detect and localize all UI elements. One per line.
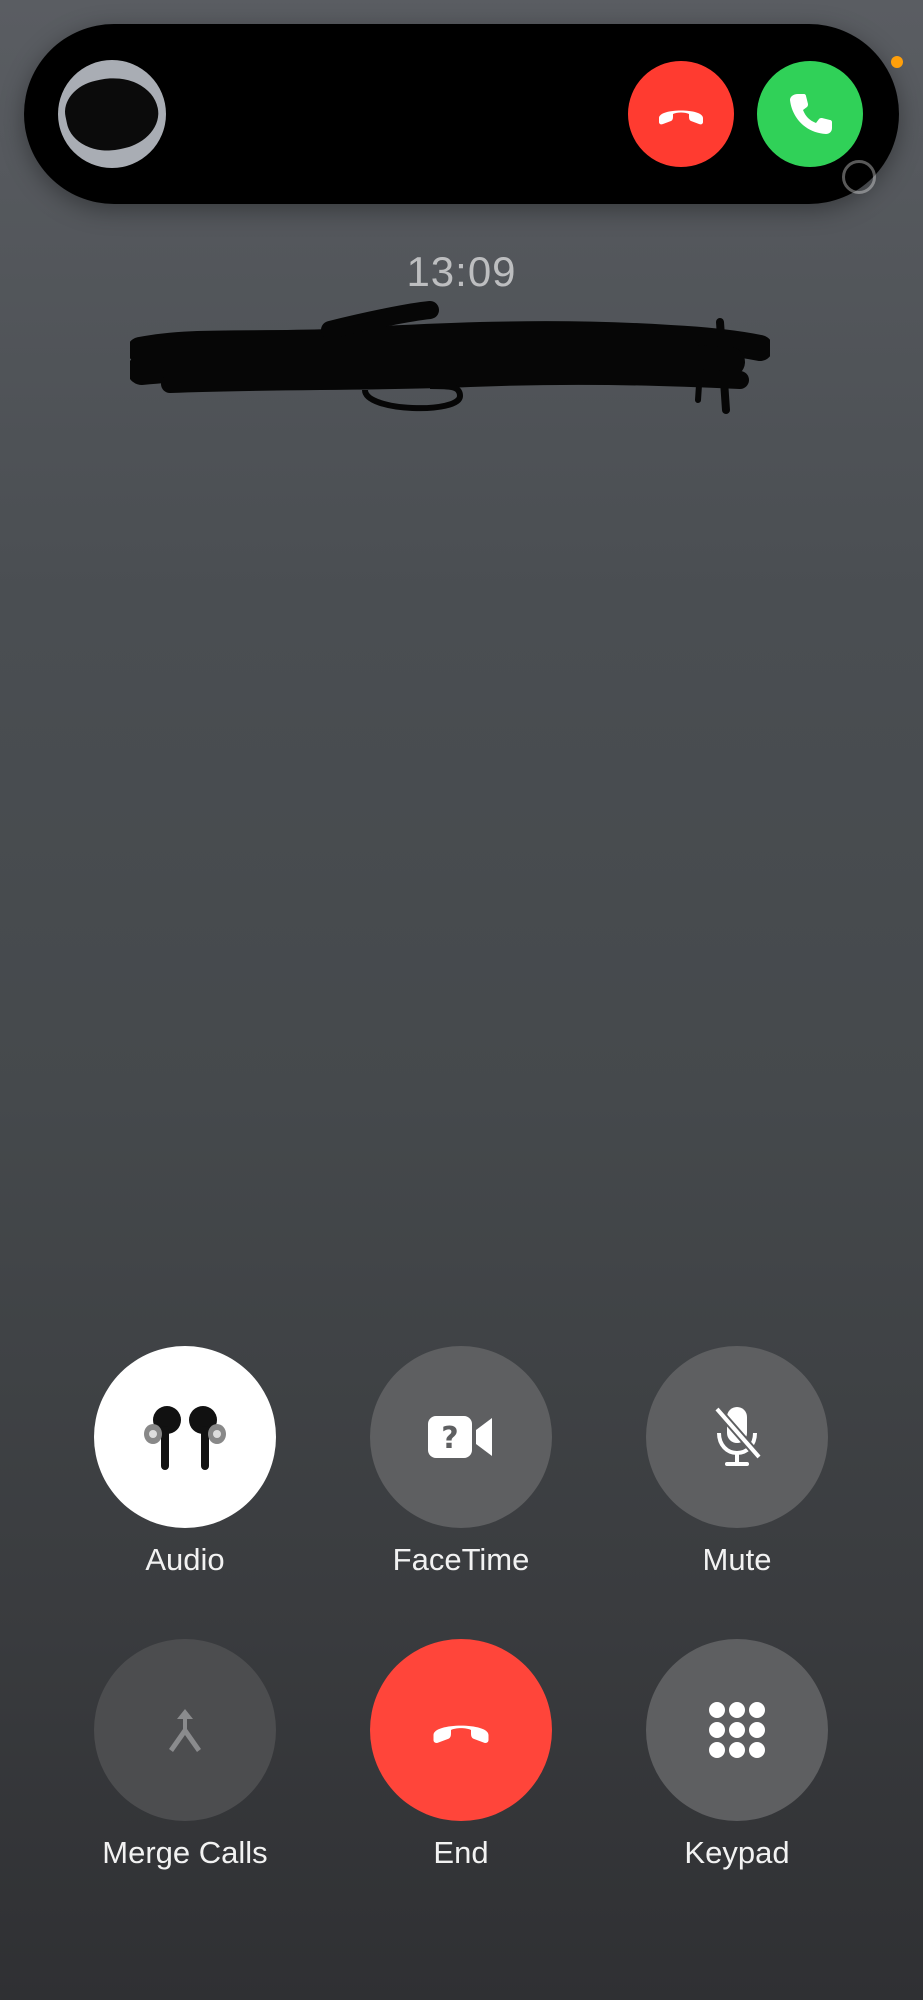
end-call-button[interactable]	[370, 1639, 552, 1821]
airpods-icon	[144, 1406, 226, 1470]
audio-label: Audio	[145, 1542, 225, 1577]
phone-hangup-icon	[659, 110, 703, 125]
mic-slash-icon	[713, 1406, 763, 1466]
caller-avatar	[58, 60, 166, 168]
avatar-redaction	[59, 69, 165, 159]
decline-button[interactable]	[628, 61, 734, 167]
redacted-caller-name	[130, 301, 770, 414]
merge-calls-label: Merge Calls	[102, 1835, 268, 1870]
call-screen: 13:09 Audio ? FaceTime Mute Merge Calls …	[0, 0, 923, 2000]
accept-button[interactable]	[757, 61, 863, 167]
merge-calls-button[interactable]	[94, 1639, 276, 1821]
call-time: 13:09	[406, 248, 517, 295]
info-icon[interactable]	[842, 160, 876, 194]
phone-hangup-icon	[433, 1725, 489, 1743]
facetime-label: FaceTime	[392, 1542, 530, 1577]
audio-button[interactable]	[94, 1346, 276, 1528]
mute-button[interactable]	[646, 1346, 828, 1528]
microphone-in-use-indicator	[891, 56, 903, 68]
mute-label: Mute	[702, 1542, 772, 1577]
incoming-call-banner[interactable]	[24, 24, 899, 204]
svg-text:?: ?	[441, 1421, 458, 1456]
end-label: End	[433, 1835, 489, 1870]
keypad-button[interactable]	[646, 1639, 828, 1821]
merge-icon	[169, 1709, 201, 1752]
facetime-button[interactable]: ?	[370, 1346, 552, 1528]
keypad-grid-icon	[709, 1702, 765, 1758]
facetime-video-icon: ?	[428, 1416, 492, 1458]
keypad-label: Keypad	[684, 1835, 790, 1870]
phone-icon	[790, 94, 832, 134]
